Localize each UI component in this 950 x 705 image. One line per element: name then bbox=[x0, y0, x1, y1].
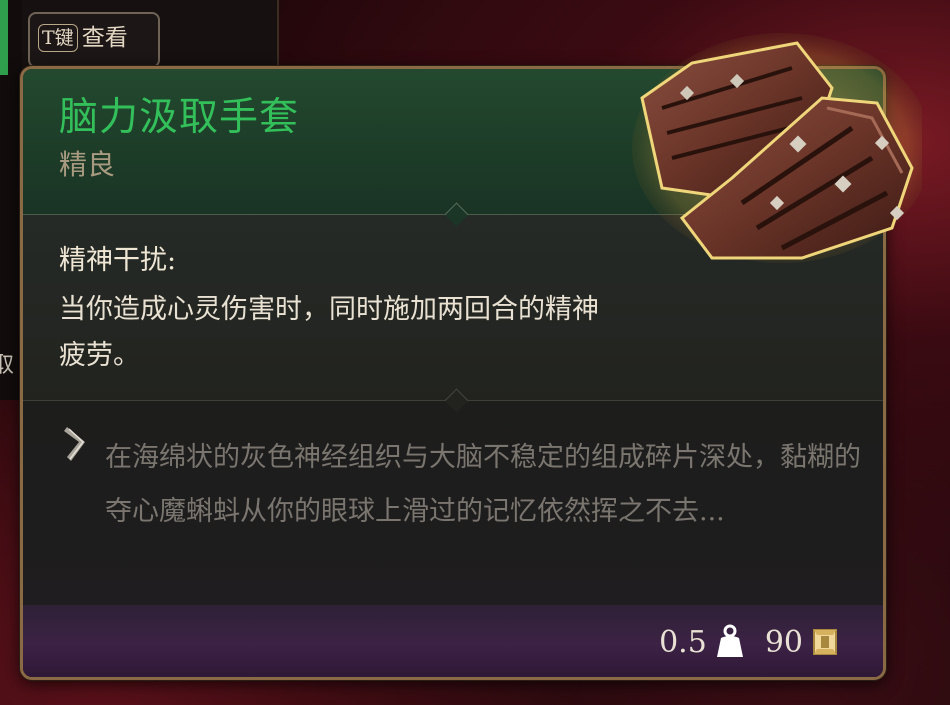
gold-icon bbox=[813, 629, 837, 655]
left-hud-green-strip bbox=[0, 0, 8, 75]
key-badge-t: T键 bbox=[38, 24, 78, 52]
item-name: 脑力汲取手套 bbox=[59, 95, 300, 140]
gold-value: 90 bbox=[764, 624, 803, 660]
chevron-icon bbox=[64, 427, 85, 461]
left-hud-cut-text: 取 bbox=[0, 353, 15, 378]
item-stats: 0.5 90 bbox=[659, 624, 839, 660]
gloves-icon bbox=[632, 33, 922, 263]
passive-description: 当你造成心灵伤害时，同时施加两回合的精神疲劳。 bbox=[59, 294, 599, 371]
weight-value: 0.5 bbox=[659, 624, 707, 660]
inspect-hint-button[interactable]: T键 查看 bbox=[28, 12, 160, 68]
item-rarity: 精良 bbox=[59, 148, 116, 181]
weight-icon bbox=[716, 624, 743, 657]
inspect-label: 查看 bbox=[81, 25, 128, 51]
passive-title: 精神干扰: bbox=[59, 245, 177, 276]
flavor-text: 在海绵状的灰色神经组织与大脑不稳定的组成碎片深处，黏糊的夺心魔蝌蚪从你的眼球上滑… bbox=[105, 442, 861, 527]
